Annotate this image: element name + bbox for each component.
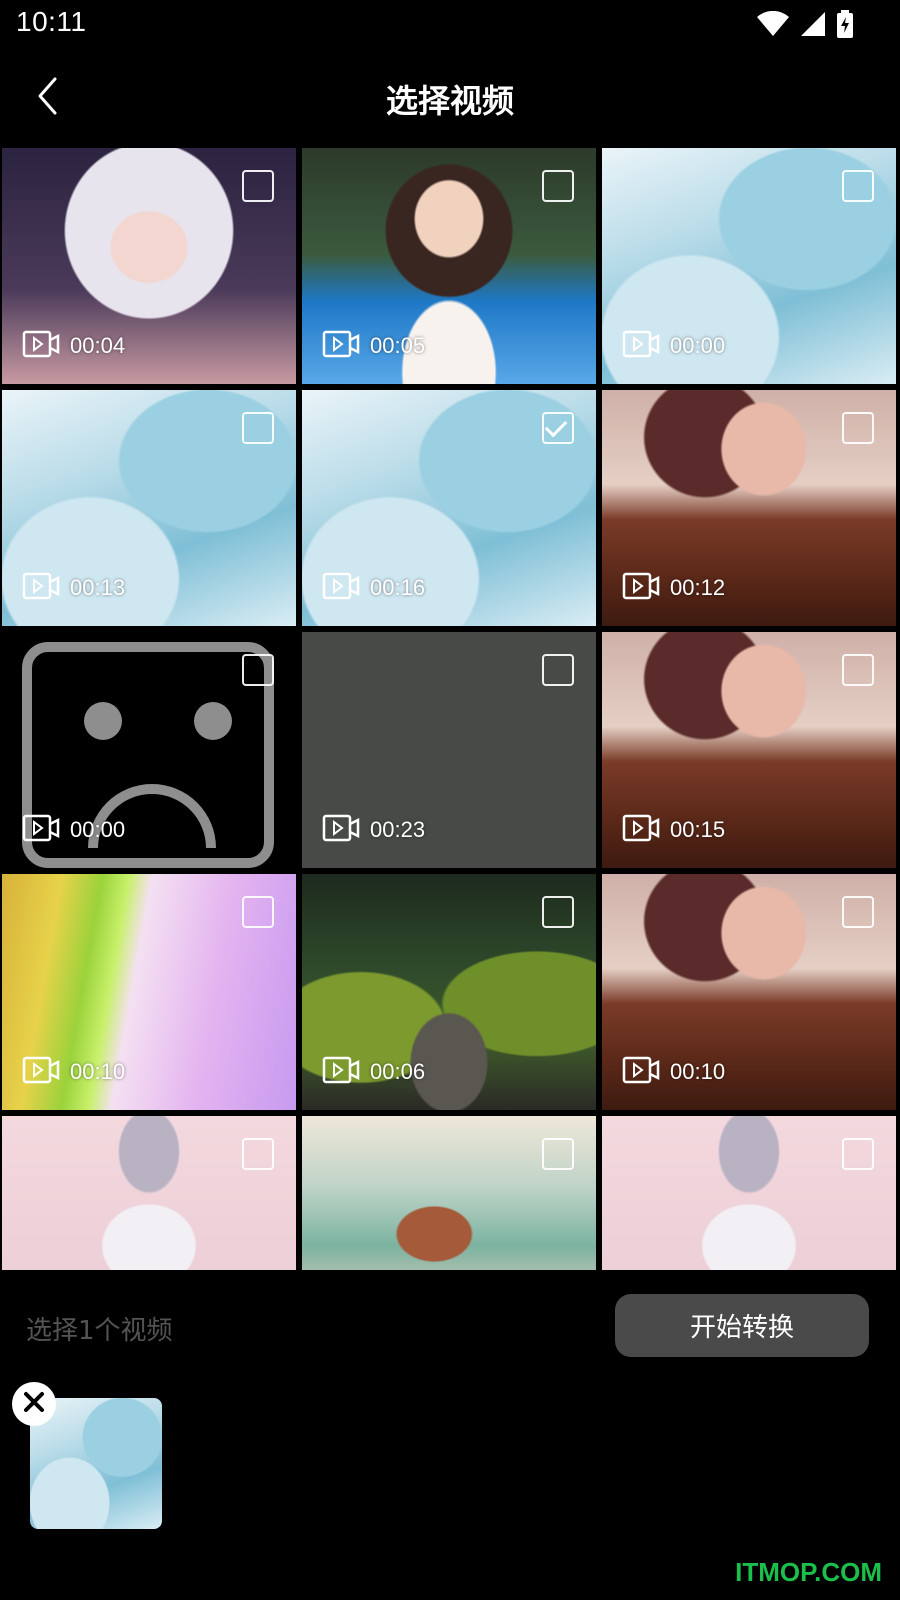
video-duration: 00:00 <box>670 333 726 358</box>
select-checkbox[interactable] <box>542 654 574 686</box>
video-icon <box>322 814 360 846</box>
video-icon <box>622 330 660 362</box>
wifi-icon <box>756 10 790 41</box>
video-tile[interactable]: 00:00 <box>2 632 296 868</box>
battery-charging-icon <box>836 10 854 42</box>
video-meta: 00:15 <box>622 814 725 846</box>
select-checkbox[interactable] <box>842 412 874 444</box>
video-tile[interactable]: 00:10 <box>2 874 296 1110</box>
video-icon <box>22 572 60 604</box>
start-conversion-button[interactable]: 开始转换 <box>615 1294 869 1357</box>
video-tile[interactable]: 00:04 <box>2 148 296 384</box>
video-grid[interactable]: 00:04 00:05 00:00 00:13 00:16 00:12 00:00 00:23… <box>0 148 900 1270</box>
video-meta: 00:13 <box>22 572 125 604</box>
video-meta: 00:00 <box>22 814 125 846</box>
bottom-bar: 选择1个视频 开始转换 <box>0 1270 900 1600</box>
video-duration: 00:15 <box>670 817 726 842</box>
watermark: ITMOP.COM <box>735 1557 882 1587</box>
video-tile[interactable] <box>2 1116 296 1270</box>
video-tile[interactable]: 00:05 <box>302 148 596 384</box>
video-tile[interactable]: 00:13 <box>2 390 296 626</box>
video-meta: 00:10 <box>22 1056 125 1088</box>
page-title: 选择视频 <box>385 82 514 120</box>
video-tile[interactable]: 00:15 <box>602 632 896 868</box>
select-checkbox[interactable] <box>542 896 574 928</box>
video-duration: 00:10 <box>70 1059 126 1084</box>
video-duration: 00:05 <box>370 333 426 358</box>
status-icons <box>756 10 854 42</box>
video-duration: 00:04 <box>70 333 126 358</box>
video-tile[interactable]: 00:16 <box>302 390 596 626</box>
video-duration: 00:12 <box>670 575 726 600</box>
video-icon <box>22 814 60 846</box>
video-tile[interactable]: 00:06 <box>302 874 596 1110</box>
signal-icon <box>800 11 826 41</box>
select-checkbox[interactable] <box>242 412 274 444</box>
video-meta: 00:05 <box>322 330 425 362</box>
select-checkbox[interactable] <box>842 896 874 928</box>
video-icon <box>622 1056 660 1088</box>
video-icon <box>322 572 360 604</box>
video-meta: 00:10 <box>622 1056 725 1088</box>
video-meta: 00:16 <box>322 572 425 604</box>
video-tile[interactable]: 00:10 <box>602 874 896 1110</box>
selected-count-label: 选择1个视频 <box>26 1316 173 1346</box>
video-icon <box>622 814 660 846</box>
select-checkbox[interactable] <box>842 654 874 686</box>
select-checkbox[interactable] <box>242 170 274 202</box>
select-checkbox[interactable] <box>542 1138 574 1170</box>
video-duration: 00:10 <box>670 1059 726 1084</box>
select-checkbox[interactable] <box>542 412 574 444</box>
video-meta: 00:04 <box>22 330 125 362</box>
video-duration: 00:16 <box>370 575 426 600</box>
video-duration: 00:06 <box>370 1059 426 1084</box>
status-bar: 10:11 <box>0 0 900 50</box>
select-checkbox[interactable] <box>842 170 874 202</box>
video-meta: 00:12 <box>622 572 725 604</box>
select-checkbox[interactable] <box>842 1138 874 1170</box>
video-icon <box>22 1056 60 1088</box>
video-tile[interactable]: 00:12 <box>602 390 896 626</box>
video-duration: 00:23 <box>370 817 426 842</box>
video-meta: 00:00 <box>622 330 725 362</box>
video-icon <box>322 1056 360 1088</box>
remove-selected-button[interactable] <box>12 1382 56 1426</box>
status-time: 10:11 <box>16 6 87 37</box>
remove-x-icon <box>21 1389 47 1419</box>
video-tile[interactable] <box>602 1116 896 1270</box>
app-bar: 选择视频 <box>0 50 900 146</box>
video-icon <box>22 330 60 362</box>
video-tile[interactable] <box>302 1116 596 1270</box>
video-tile[interactable]: 00:00 <box>602 148 896 384</box>
video-icon <box>622 572 660 604</box>
select-checkbox[interactable] <box>242 896 274 928</box>
video-duration: 00:13 <box>70 575 126 600</box>
video-icon <box>322 330 360 362</box>
select-checkbox[interactable] <box>542 170 574 202</box>
video-tile[interactable]: 00:23 <box>302 632 596 868</box>
select-checkbox[interactable] <box>242 1138 274 1170</box>
video-meta: 00:23 <box>322 814 425 846</box>
select-checkbox[interactable] <box>242 654 274 686</box>
video-duration: 00:00 <box>70 817 126 842</box>
video-meta: 00:06 <box>322 1056 425 1088</box>
